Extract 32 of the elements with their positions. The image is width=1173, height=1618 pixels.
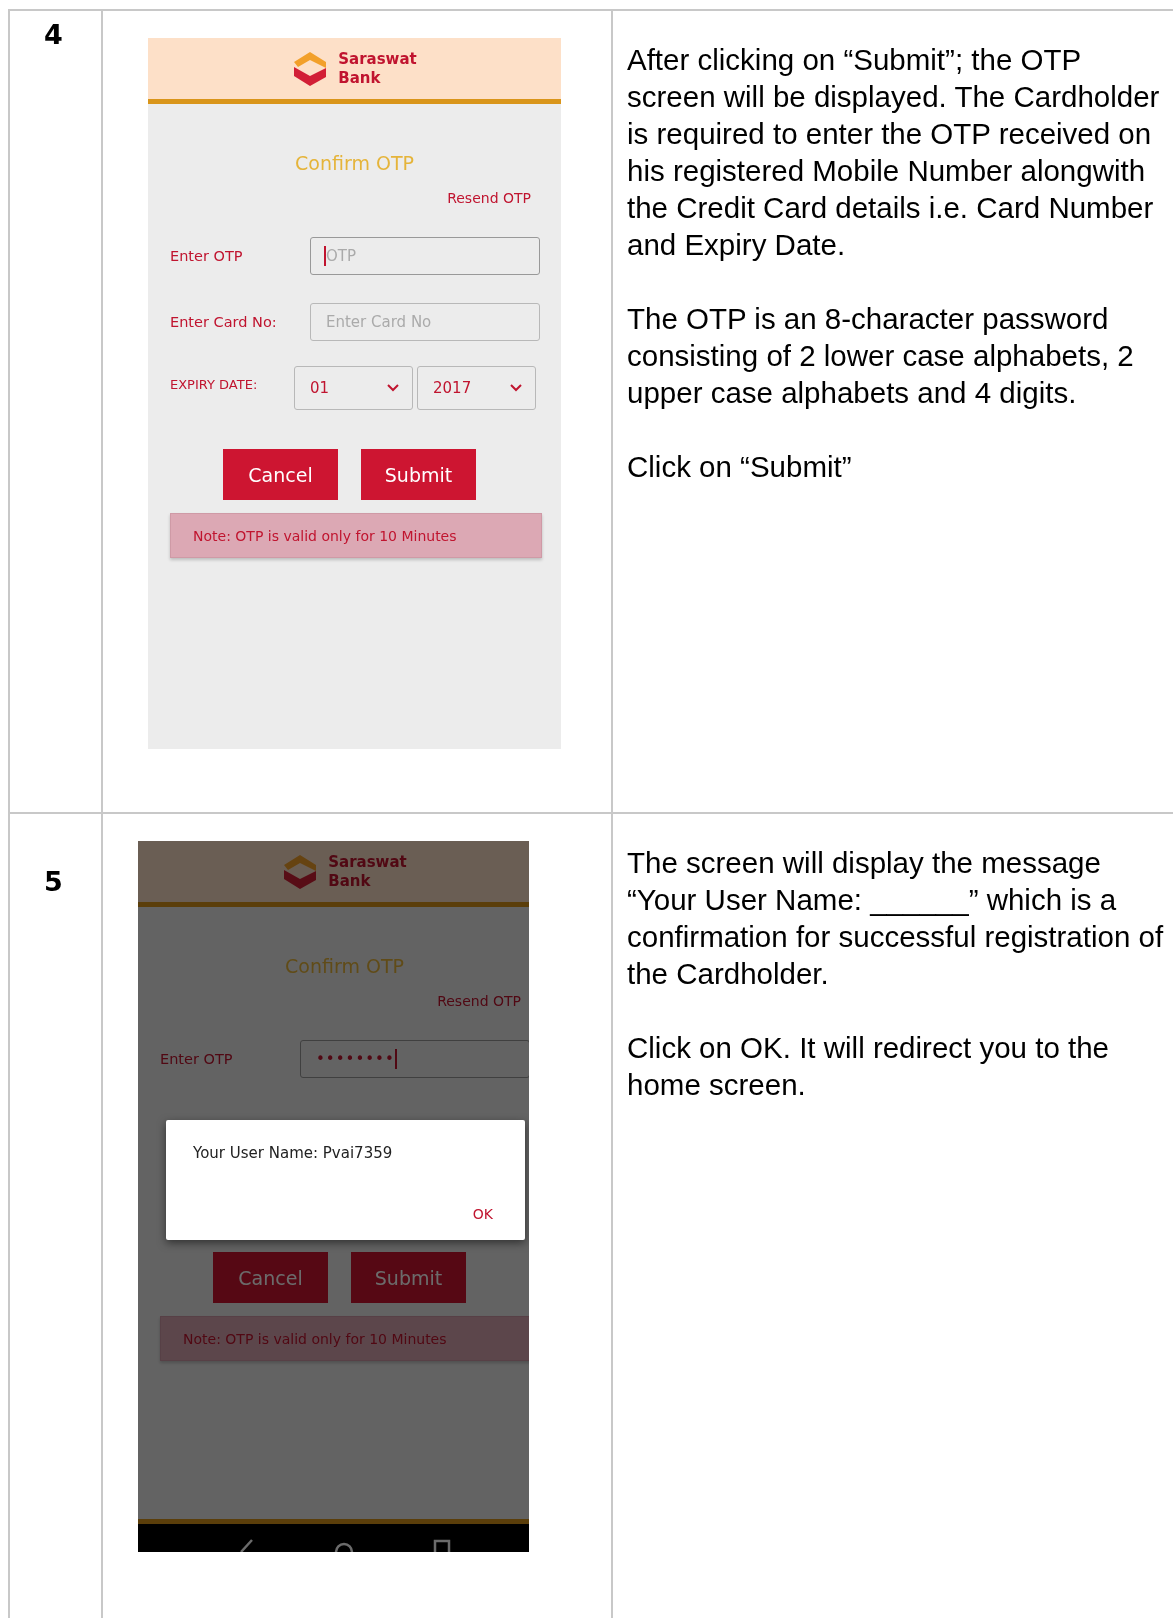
step-description: Click on “Submit” — [627, 449, 853, 485]
bank-logo-icon — [282, 852, 319, 891]
screen-title: Confirm OTP — [285, 955, 404, 977]
field-label: Enter Card No: — [169, 314, 278, 330]
screen-title: Confirm OTP — [295, 152, 414, 174]
resend-link[interactable]: Resend OTP — [447, 190, 531, 206]
chevron-down-icon — [386, 383, 400, 393]
step-description: Click on OK. It will redirect you to the home screen. — [627, 1030, 1110, 1103]
note-banner: Note: OTP is valid only for 10 Minutes — [170, 513, 542, 558]
text-cursor — [324, 246, 326, 266]
cancel-button[interactable]: Cancel — [213, 1252, 328, 1303]
step-description: After clicking on “Submit”; the OTP screen will be displayed. The Cardholder is required to enter the OTP received on his registered Mobile Number alongwith the Credit Card details i.e. Card Number and Expiry Date. — [627, 42, 1161, 263]
submit-button[interactable]: Submit — [361, 449, 476, 500]
note-banner: Note: OTP is valid only for 10 Minutes — [160, 1316, 529, 1361]
step-description: The OTP is an 8-character password consisting of 2 lower case alphabets, 2 upper case alphabets and 4 digits. — [627, 301, 1135, 411]
dropdown[interactable]: 2017 — [417, 366, 536, 410]
dialog-message: Your User Name: Pvai7359 — [193, 1144, 393, 1162]
ok-button[interactable]: OK — [468, 1202, 497, 1226]
step-number: 5 — [44, 866, 63, 897]
submit-button[interactable]: Submit — [351, 1252, 466, 1303]
dropdown[interactable]: 01 — [294, 366, 413, 410]
text-cursor — [394, 1049, 397, 1069]
field-label: Enter OTP — [169, 248, 244, 264]
bank-logo-icon — [292, 49, 329, 88]
field-label: EXPIRY DATE: — [169, 376, 259, 392]
cancel-button[interactable]: Cancel — [223, 449, 338, 500]
bank-name: Saraswat Bank — [338, 49, 417, 88]
field-label: Enter OTP — [159, 1051, 234, 1067]
bank-name: Saraswat Bank — [328, 852, 407, 891]
step-description: The screen will display the message “Your User Name: ______” which is a confirmation for successful registration of the Cardholder. — [627, 845, 1165, 992]
step-number: 4 — [44, 19, 63, 50]
chevron-down-icon — [509, 383, 523, 393]
